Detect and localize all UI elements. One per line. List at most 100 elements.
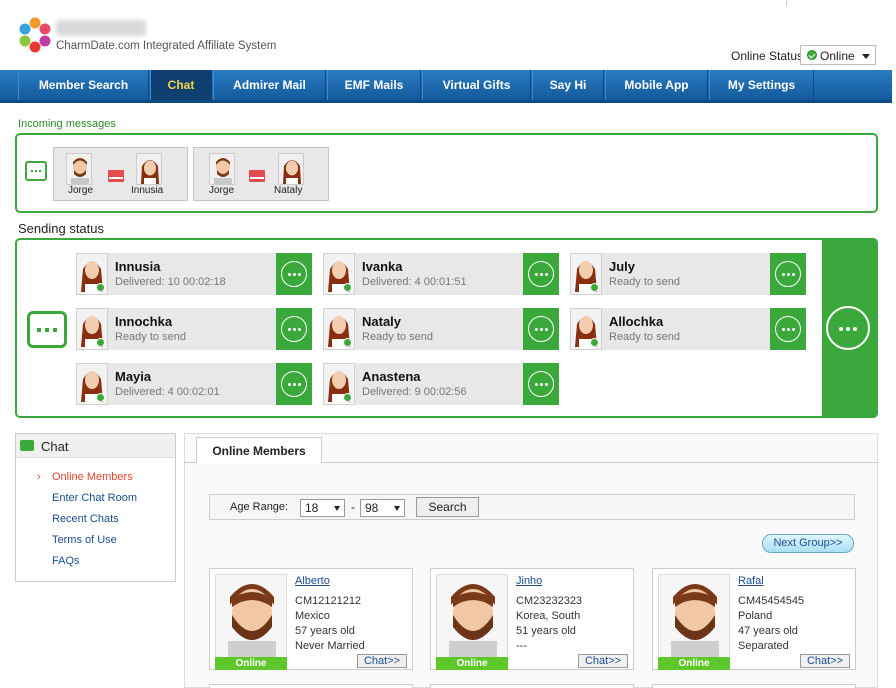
sidebar-link-online-members[interactable]: Online Members (52, 471, 133, 483)
sending-status-label: Sending status (18, 221, 105, 236)
chat-bubble-icon (775, 316, 801, 342)
online-dot-icon (590, 338, 599, 347)
lady-name: Allochka (609, 314, 664, 329)
member-id: CM23232323 (516, 595, 583, 607)
chat-button[interactable] (276, 253, 312, 295)
incoming-pair[interactable]: Jorge Nataly (193, 147, 329, 201)
chat-button[interactable]: Chat>> (800, 654, 850, 668)
member-card (209, 684, 413, 688)
sending-card: Innusia Delivered: 10 00:02:18 (76, 253, 312, 295)
chat-button[interactable] (276, 363, 312, 405)
lady-name: Mayia (115, 369, 152, 384)
lady-name: Nataly (362, 314, 402, 329)
chat-button[interactable] (523, 363, 559, 405)
chat-button[interactable] (523, 308, 559, 350)
nav-virtual-gifts[interactable]: Virtual Gifts (422, 70, 531, 100)
sidebar-link-enter-chat-room[interactable]: Enter Chat Room (52, 492, 137, 504)
nav-admirer-mail[interactable]: Admirer Mail (213, 70, 326, 100)
member-name-link[interactable]: Jinho (516, 575, 542, 587)
member-name-link[interactable]: Rafal (738, 575, 764, 587)
mail-envelope-icon (249, 170, 265, 182)
chevron-down-icon (334, 506, 340, 511)
member-card: Online Rafal CM45454545 Poland 47 years old S… (652, 568, 856, 670)
member-country: Korea, South (516, 610, 581, 622)
chat-button[interactable]: Chat>> (578, 654, 628, 668)
age-min-value: 18 (305, 501, 319, 515)
online-badge: Online (658, 657, 730, 670)
message-icon (27, 311, 67, 348)
lady-name: Anastena (362, 369, 421, 384)
member-age: 51 years old (516, 625, 576, 637)
chat-button[interactable] (523, 253, 559, 295)
tab-online-members[interactable]: Online Members (196, 437, 322, 463)
search-button[interactable]: Search (416, 497, 479, 517)
lady-name: Ivanka (362, 259, 403, 274)
incoming-label: Incoming messages (18, 118, 116, 130)
online-dot-icon (96, 393, 105, 402)
member-name-link[interactable]: Alberto (295, 575, 330, 587)
mail-envelope-icon (108, 170, 124, 182)
nav-member-search[interactable]: Member Search (18, 70, 149, 100)
brand-logo-icon (19, 17, 51, 53)
member-photo[interactable] (436, 574, 508, 660)
member-marital-status: --- (516, 640, 527, 652)
delivery-status: Ready to send (115, 331, 186, 343)
chevron-right-icon: › (37, 471, 41, 483)
incoming-pair[interactable]: Jorge Innusia (53, 147, 188, 201)
sending-card: July Ready to send (570, 253, 806, 295)
chat-sidebar-header: Chat (16, 434, 175, 458)
man-avatar-icon (209, 153, 235, 185)
sending-card: Anastena Delivered: 9 00:02:56 (323, 363, 559, 405)
delivery-status: Delivered: 4 00:02:01 (115, 386, 220, 398)
brand-name-blurred (56, 20, 146, 36)
nav-say-hi[interactable]: Say Hi (532, 70, 604, 100)
online-status-select[interactable]: Online (800, 45, 876, 65)
member-photo[interactable] (658, 574, 730, 660)
sending-card: Ivanka Delivered: 4 00:01:51 (323, 253, 559, 295)
member-country: Poland (738, 610, 773, 622)
member-id: CM45454545 (738, 595, 805, 607)
member-id: CM12121212 (295, 595, 362, 607)
age-min-select[interactable]: 18 (300, 499, 345, 517)
chat-button[interactable] (276, 308, 312, 350)
incoming-from-name: Jorge (68, 185, 94, 196)
chat-sidebar-title: Chat (41, 439, 69, 454)
sidebar-link-recent-chats[interactable]: Recent Chats (52, 513, 119, 525)
chat-button[interactable]: Chat>> (357, 654, 407, 668)
chat-bubble-icon (281, 371, 307, 397)
delivery-status: Delivered: 4 00:01:51 (362, 276, 467, 288)
online-status-label: Online Status (731, 49, 804, 63)
sending-card: Innochka Ready to send (76, 308, 312, 350)
chat-bubble-icon (528, 261, 554, 287)
sidebar-link-terms-of-use[interactable]: Terms of Use (52, 534, 117, 546)
nav-my-settings[interactable]: My Settings (709, 70, 814, 100)
online-badge: Online (436, 657, 508, 670)
online-dot-icon (343, 283, 352, 292)
lady-name: July (609, 259, 636, 274)
incoming-to-name: Innusia (131, 185, 164, 196)
incoming-from-name: Jorge (209, 185, 235, 196)
sidebar-link-faqs[interactable]: FAQs (52, 555, 80, 567)
nav-emf-mails[interactable]: EMF Mails (327, 70, 421, 100)
member-marital-status: Separated (738, 640, 789, 652)
lady-name: Innochka (115, 314, 173, 329)
incoming-to-name: Nataly (274, 185, 303, 196)
chat-bubble-icon (528, 371, 554, 397)
brand-subtitle: CharmDate.com Integrated Affiliate Syste… (56, 40, 277, 52)
chat-button[interactable] (770, 308, 806, 350)
main-nav: Member Search Chat Admirer Mail EMF Mail… (0, 70, 892, 103)
chat-button[interactable] (770, 253, 806, 295)
online-dot-icon (343, 338, 352, 347)
nav-mobile-app[interactable]: Mobile App (605, 70, 708, 100)
online-dot-icon (343, 393, 352, 402)
member-photo[interactable] (215, 574, 287, 660)
member-card (652, 684, 856, 688)
chat-bubble-icon (281, 316, 307, 342)
age-max-select[interactable]: 98 (360, 499, 405, 517)
chat-bubble-icon (528, 316, 554, 342)
next-group-button[interactable]: Next Group>> (762, 534, 854, 553)
delivery-status: Ready to send (362, 331, 433, 343)
nav-chat[interactable]: Chat (150, 70, 212, 100)
member-age: 57 years old (295, 625, 355, 637)
member-marital-status: Never Married (295, 640, 365, 652)
